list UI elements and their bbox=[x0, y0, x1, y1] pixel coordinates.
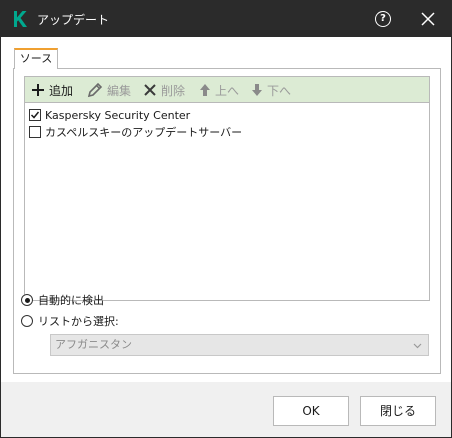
dialog-footer: OK 閉じる bbox=[1, 382, 451, 437]
help-icon[interactable]: ? bbox=[375, 11, 391, 27]
kaspersky-logo-icon bbox=[14, 11, 27, 27]
pencil-icon bbox=[87, 82, 103, 98]
delete-label: 削除 bbox=[161, 83, 186, 98]
checkmark-icon bbox=[30, 111, 40, 119]
country-select[interactable]: アフガニスタン bbox=[50, 334, 429, 356]
plus-icon bbox=[32, 84, 44, 96]
delete-button[interactable]: 削除 bbox=[143, 81, 185, 99]
title-bar: アップデート ? bbox=[1, 1, 451, 37]
x-icon bbox=[144, 84, 156, 96]
source-label: カスペルスキーのアップデートサーバー bbox=[45, 126, 243, 139]
move-up-label: 上へ bbox=[215, 83, 240, 98]
sources-list: Kaspersky Security Center カスペルスキーのアップデート… bbox=[24, 103, 430, 301]
list-item[interactable]: Kaspersky Security Center bbox=[29, 107, 190, 123]
source-checkbox[interactable] bbox=[29, 126, 41, 138]
select-from-list-label: リストから選択: bbox=[38, 315, 119, 328]
list-item[interactable]: カスペルスキーのアップデートサーバー bbox=[29, 124, 242, 140]
dialog-content: ソース 追加 編集 削除 上へ 下へ Kaspersky Security Ce… bbox=[1, 37, 451, 382]
close-icon[interactable] bbox=[420, 11, 436, 27]
move-up-button[interactable]: 上へ bbox=[199, 81, 239, 99]
chevron-down-icon bbox=[413, 343, 422, 349]
move-down-label: 下へ bbox=[267, 83, 292, 98]
sources-toolbar: 追加 編集 削除 上へ 下へ bbox=[24, 76, 430, 103]
arrow-down-icon bbox=[252, 84, 262, 96]
tab-sources[interactable]: ソース bbox=[14, 48, 58, 69]
country-value: アフガニスタン bbox=[55, 338, 132, 351]
add-button[interactable]: 追加 bbox=[31, 81, 73, 99]
auto-detect-label: 自動的に検出 bbox=[38, 294, 104, 307]
auto-detect-option[interactable]: 自動的に検出 bbox=[21, 292, 104, 308]
edit-button[interactable]: 編集 bbox=[87, 81, 131, 99]
window-title: アップデート bbox=[37, 13, 110, 27]
ok-button[interactable]: OK bbox=[273, 396, 349, 426]
select-from-list-radio[interactable] bbox=[21, 315, 33, 327]
edit-label: 編集 bbox=[107, 83, 132, 98]
add-label: 追加 bbox=[49, 83, 74, 98]
source-label: Kaspersky Security Center bbox=[45, 108, 191, 122]
source-checkbox[interactable] bbox=[29, 109, 41, 121]
auto-detect-radio[interactable] bbox=[21, 294, 33, 306]
arrow-up-icon bbox=[200, 84, 210, 96]
select-from-list-option[interactable]: リストから選択: bbox=[21, 313, 119, 329]
update-dialog: アップデート ? ソース 追加 編集 削除 上へ 下へ Kaspersky Se… bbox=[0, 0, 452, 438]
close-button[interactable]: 閉じる bbox=[360, 396, 436, 426]
move-down-button[interactable]: 下へ bbox=[251, 81, 291, 99]
